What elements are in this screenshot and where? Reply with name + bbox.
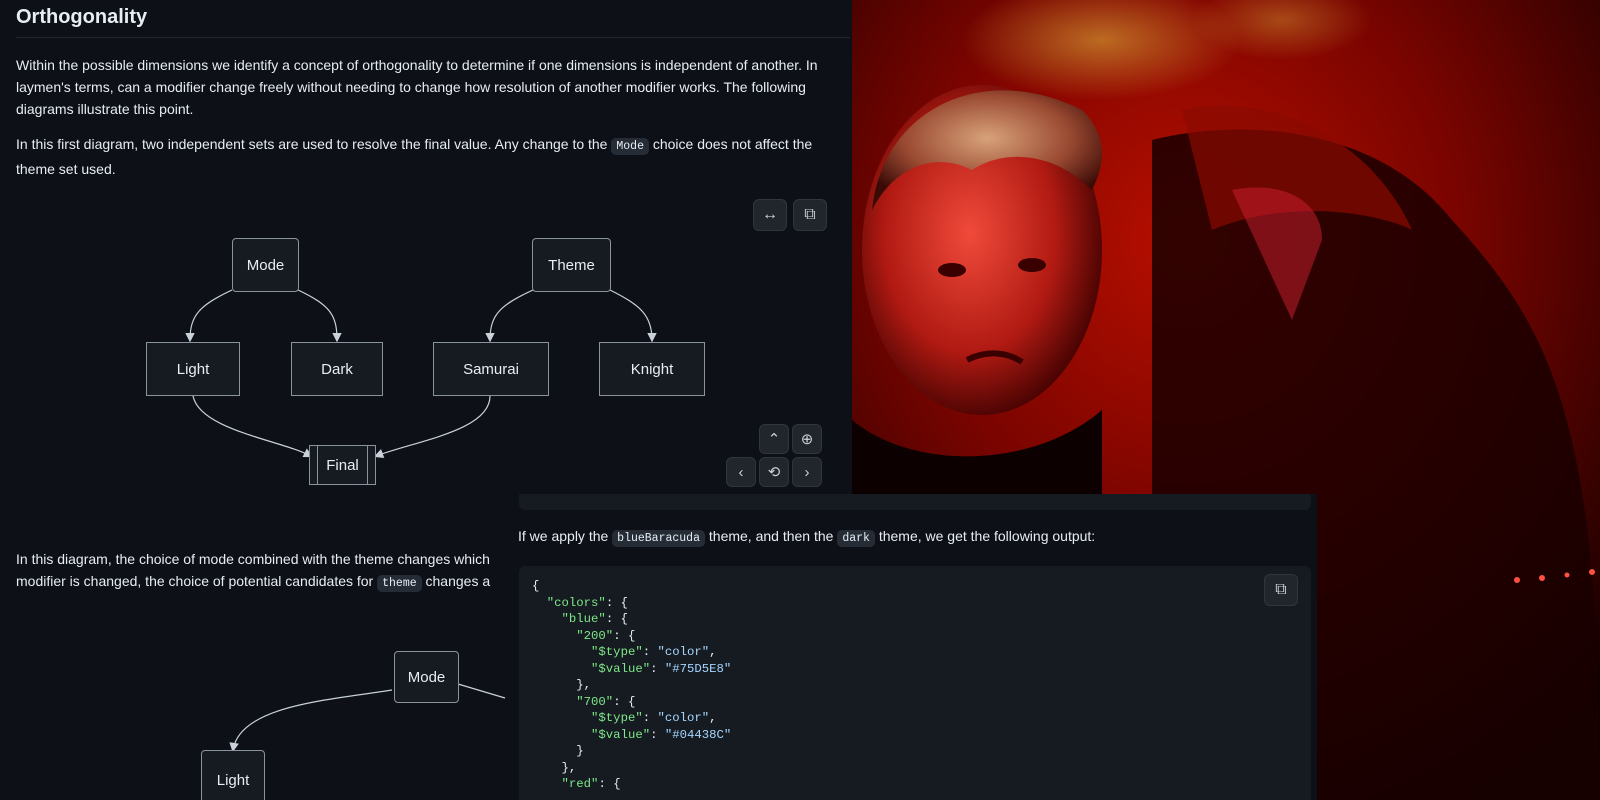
copy-code-button[interactable]: ⧉ [1264, 574, 1298, 606]
code-line: "red": { [561, 777, 621, 791]
code-line: }, [532, 678, 592, 692]
edge-theme-samurai [485, 289, 534, 343]
node-light-2: Light [201, 750, 265, 800]
chevron-left-icon: ‹ [738, 463, 744, 481]
edge-theme-knight [609, 289, 657, 343]
code-line: } [532, 744, 584, 758]
previous-codeblock-edge [519, 494, 1311, 510]
edge-mode-right-2 [457, 683, 506, 699]
para-text: theme, and then the [705, 528, 838, 544]
para-text: In this diagram, the choice of mode comb… [16, 551, 490, 567]
pan-left-button[interactable]: ‹ [726, 457, 756, 487]
node-mode-2: Mode [394, 651, 459, 703]
node-final: Final [309, 445, 376, 485]
code-line: }, [532, 760, 577, 775]
json-code: { "colors": { "blue": { "200": { "$type"… [532, 578, 731, 793]
code-line: "$value": "#04438C" [591, 727, 732, 742]
para-text: If we apply the [518, 528, 613, 544]
pan-right-button[interactable]: › [792, 457, 822, 487]
node-mode: Mode [232, 238, 299, 292]
node-samurai: Samurai [433, 342, 549, 396]
code-line: "$type": "color", [591, 711, 717, 725]
node-final-label: Final [326, 456, 359, 474]
para-text: modifier is changed, the choice of poten… [16, 573, 378, 589]
chevron-up-icon: ⌃ [767, 431, 781, 448]
zoom-in-icon: ⊕ [800, 431, 814, 448]
node-dark: Dark [291, 342, 383, 396]
code-line: { [532, 579, 540, 593]
second-diagram-paragraph: In this diagram, the choice of mode comb… [16, 548, 511, 570]
node-theme: Theme [532, 238, 611, 292]
para-text: changes a [421, 573, 491, 589]
code-line: "200": { [576, 628, 636, 643]
para-text: theme, we get the following output: [874, 528, 1096, 544]
second-diagram-paragraph-line2: modifier is changed, the choice of poten… [16, 570, 511, 595]
copy-icon: ⧉ [1275, 580, 1287, 599]
code-line: "blue": { [561, 612, 628, 626]
code-output-panel: If we apply the blueBaracuda theme, and … [511, 494, 1317, 800]
edge-mode-dark [297, 289, 342, 343]
reset-view-button[interactable]: ⟲ [759, 457, 789, 487]
bluebaracuda-code: blueBaracuda [612, 530, 705, 547]
pan-up-button[interactable]: ⌃ [759, 424, 789, 454]
json-code-block[interactable]: { "colors": { "blue": { "200": { "$type"… [519, 566, 1311, 800]
code-line: "$type": "color", [591, 645, 717, 659]
node-knight: Knight [599, 342, 705, 396]
code-line: "700": { [576, 694, 636, 709]
reset-icon: ⟲ [767, 464, 781, 481]
edge-mode-light-2 [229, 689, 393, 753]
dark-code: dark [837, 530, 875, 547]
zoom-in-button[interactable]: ⊕ [792, 424, 822, 454]
theme-code: theme [377, 575, 422, 592]
chevron-right-icon: › [804, 463, 810, 481]
node-light: Light [146, 342, 240, 396]
output-description: If we apply the blueBaracuda theme, and … [518, 528, 1096, 547]
code-line: "colors": { [546, 595, 628, 610]
edge-mode-light [185, 289, 233, 343]
code-line: "$value": "#75D5E8" [591, 661, 732, 676]
edge-samurai-final [373, 395, 491, 459]
edge-light-final [192, 395, 314, 458]
